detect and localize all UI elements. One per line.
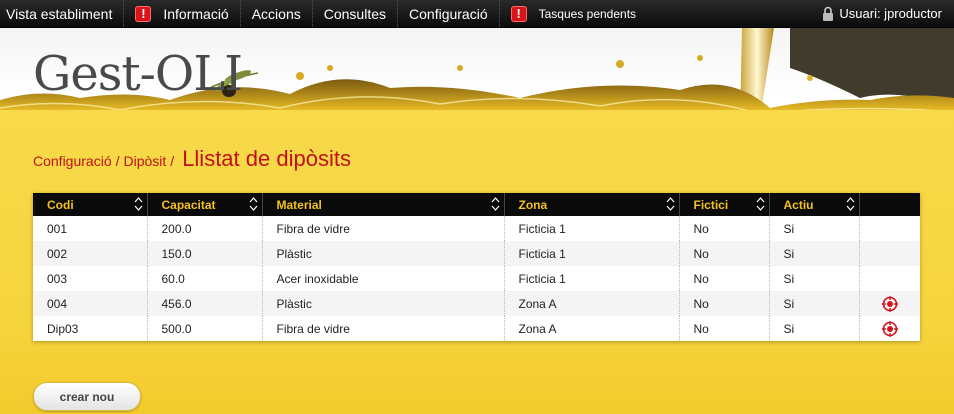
cell-capacitat: 60.0 [147, 266, 263, 291]
cell-capacitat: 500.0 [147, 316, 263, 341]
cell-material: Acer inoxidable [262, 266, 505, 291]
cell-material: Plàstic [262, 291, 505, 316]
lock-icon [823, 6, 834, 21]
cell-zona: Zona A [504, 291, 680, 316]
nav-tasques-pendents[interactable]: ! Tasques pendents [500, 0, 647, 27]
top-navigation-bar: Vista establiment ! Informació Accions C… [0, 0, 954, 28]
cell-codi: 002 [33, 241, 148, 266]
cell-capacitat: 200.0 [147, 216, 263, 241]
nav-label: Vista establiment [6, 5, 113, 22]
cell-actiu: Si [769, 266, 860, 291]
nav-label: Informació [163, 5, 229, 22]
create-new-button[interactable]: crear nou [33, 382, 141, 411]
nav-label: Tasques pendents [538, 6, 637, 21]
alert-icon: ! [510, 5, 527, 22]
cell-material: Plàstic [262, 241, 505, 266]
nav-informacio[interactable]: ! Informació [124, 0, 241, 27]
cell-actiu: Si [769, 216, 860, 241]
table-row[interactable]: 003 60.0 Acer inoxidable Ficticia 1 No S… [33, 266, 920, 291]
cell-actiu: Si [769, 241, 860, 266]
breadcrumb-separator: / [115, 153, 120, 169]
cell-actions [859, 241, 920, 266]
table-header-row: Codi Capacitat Material Zona Fictici Act… [33, 193, 920, 216]
column-header-actions [859, 193, 920, 216]
cell-actions [859, 291, 920, 316]
nav-configuracio[interactable]: Configuració [398, 0, 500, 27]
table-row[interactable]: 001 200.0 Fibra de vidre Ficticia 1 No S… [33, 216, 920, 241]
column-header-fictici[interactable]: Fictici [679, 193, 770, 216]
page-title: Llistat de dipòsits [182, 146, 351, 171]
nav-label: Accions [251, 5, 301, 22]
cell-material: Fibra de vidre [262, 316, 505, 341]
sort-icon [249, 197, 257, 211]
target-icon[interactable] [881, 295, 898, 312]
nav-label: Consultes [323, 5, 387, 22]
cell-capacitat: 456.0 [147, 291, 263, 316]
alert-icon: ! [135, 5, 152, 22]
sort-icon [846, 197, 854, 211]
breadcrumb-link-diposit[interactable]: Dipòsit [124, 153, 167, 169]
nav-consultes[interactable]: Consultes [313, 0, 399, 27]
cell-fictici: No [679, 291, 770, 316]
cell-capacitat: 150.0 [147, 241, 263, 266]
user-menu[interactable]: Usuari: jproductor [822, 0, 942, 27]
cell-fictici: No [679, 216, 770, 241]
column-header-actiu[interactable]: Actiu [769, 193, 860, 216]
nav-vista-establiment[interactable]: Vista establiment [0, 0, 125, 27]
breadcrumb-link-configuracio[interactable]: Configuració [33, 153, 112, 169]
column-header-material[interactable]: Material [262, 193, 505, 216]
table-row[interactable]: 004 456.0 Plàstic Zona A No Si [33, 291, 920, 316]
sort-icon [491, 197, 499, 211]
sort-icon [756, 197, 764, 211]
cell-zona: Ficticia 1 [504, 266, 680, 291]
cell-zona: Ficticia 1 [504, 216, 680, 241]
cell-actiu: Si [769, 316, 860, 341]
app-logo: Gest-OLI [33, 46, 243, 102]
user-label: Usuari: jproductor [839, 6, 942, 21]
nav-accions[interactable]: Accions [241, 0, 313, 27]
nav-label: Configuració [409, 5, 488, 22]
column-header-codi[interactable]: Codi [33, 193, 148, 216]
cell-zona: Zona A [504, 316, 680, 341]
column-header-capacitat[interactable]: Capacitat [147, 193, 263, 216]
cell-codi: Dip03 [33, 316, 148, 341]
cell-actions [859, 266, 920, 291]
cell-fictici: No [679, 241, 770, 266]
table-row[interactable]: Dip03 500.0 Fibra de vidre Zona A No Si [33, 316, 920, 341]
sort-icon [134, 197, 142, 211]
cell-zona: Ficticia 1 [504, 241, 680, 266]
cell-codi: 004 [33, 291, 148, 316]
breadcrumb-separator: / [170, 153, 175, 169]
cell-actiu: Si [769, 291, 860, 316]
cell-material: Fibra de vidre [262, 216, 505, 241]
cell-fictici: No [679, 266, 770, 291]
cell-codi: 001 [33, 216, 148, 241]
breadcrumb: Configuració / Dipòsit / Llistat de dipò… [33, 146, 351, 172]
cell-fictici: No [679, 316, 770, 341]
target-icon[interactable] [881, 320, 898, 337]
table-row[interactable]: 002 150.0 Plàstic Ficticia 1 No Si [33, 241, 920, 266]
sort-icon [666, 197, 674, 211]
cell-actions [859, 216, 920, 241]
cell-codi: 003 [33, 266, 148, 291]
column-header-zona[interactable]: Zona [504, 193, 680, 216]
tanks-table: Codi Capacitat Material Zona Fictici Act… [33, 193, 920, 341]
cell-actions [859, 316, 920, 341]
